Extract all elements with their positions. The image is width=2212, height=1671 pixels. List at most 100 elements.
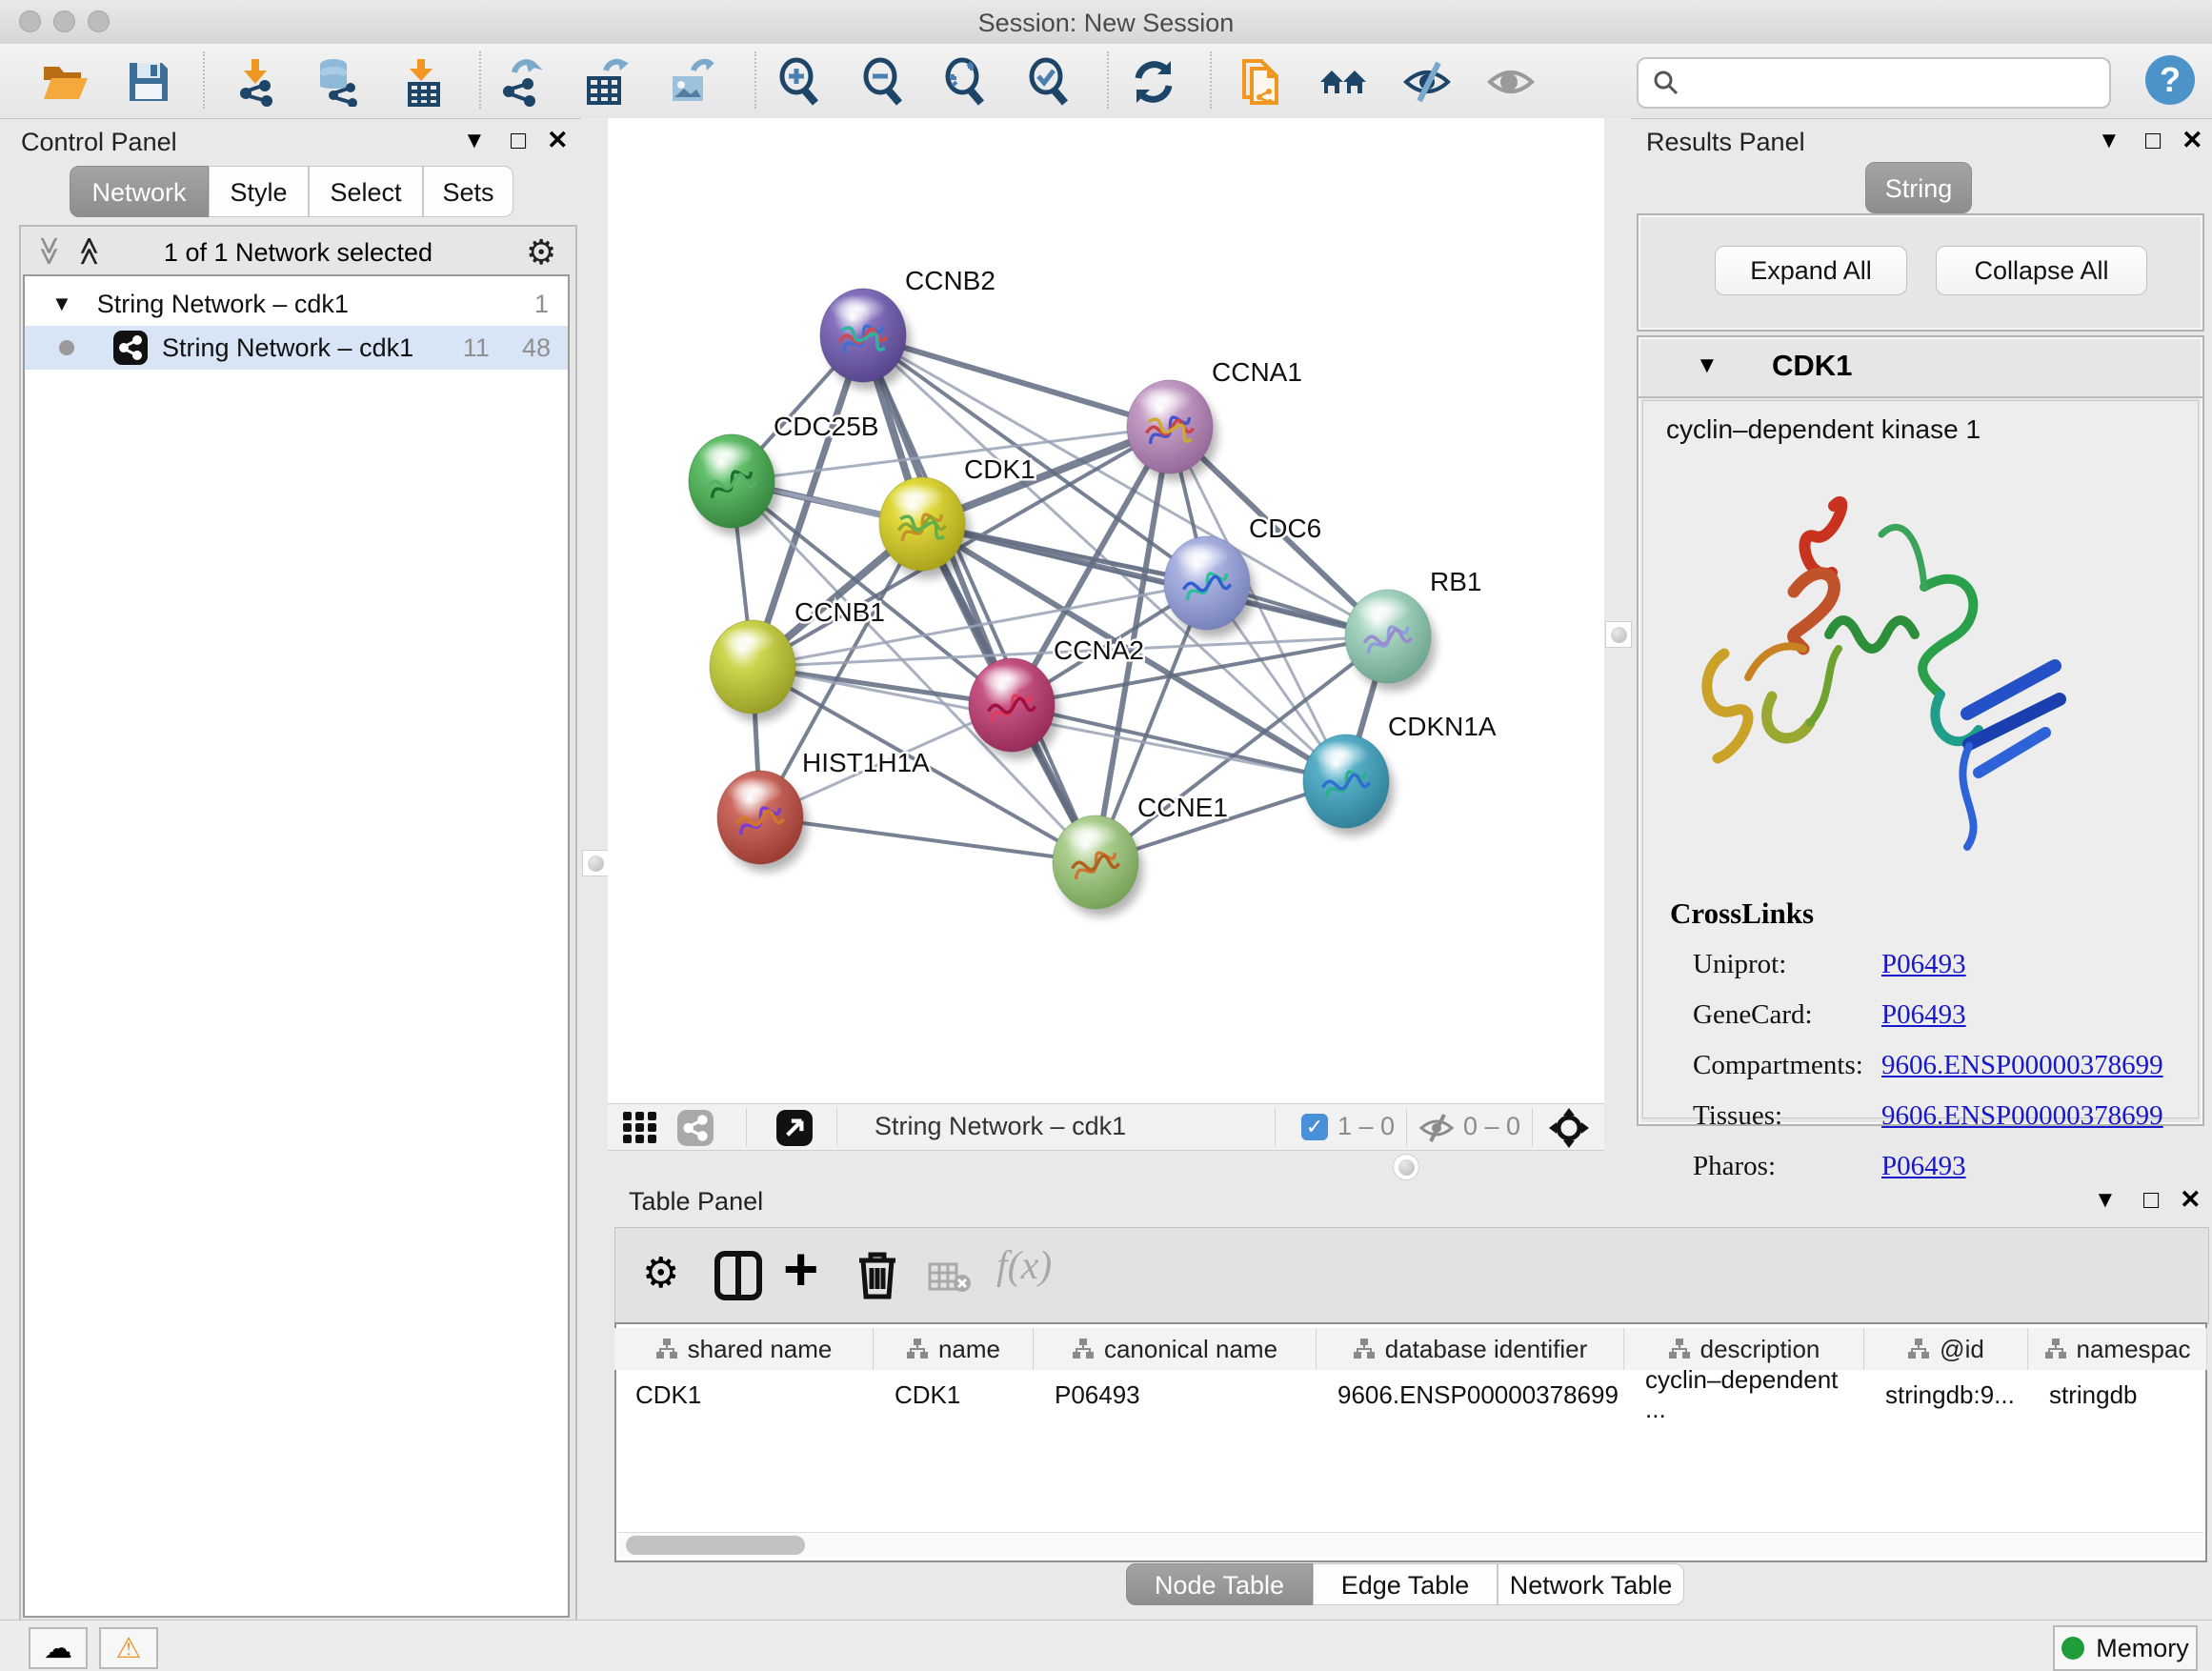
network-view-footer: String Network – cdk1 ✓ 1 – 0 0 – 0 (608, 1103, 1604, 1151)
cell-canonical name[interactable]: P06493 (1034, 1374, 1317, 1416)
search-input[interactable] (1637, 57, 2111, 109)
birds-eye-view-icon[interactable] (676, 1109, 714, 1147)
export-image-icon[interactable] (665, 57, 714, 107)
scrollbar-thumb[interactable] (626, 1536, 805, 1555)
tab-node-table[interactable]: Node Table (1126, 1563, 1313, 1605)
close-panel-icon[interactable]: ✕ (2180, 1185, 2202, 1215)
network-node-CCNA1[interactable]: CCNA1 (1127, 357, 1302, 481)
cell-namespac[interactable]: stringdb (2028, 1374, 2207, 1416)
gene-expander-icon[interactable]: ▼ (1696, 352, 1719, 379)
zoom-fit-content-icon[interactable] (939, 57, 989, 107)
network-manager-box: ≫ ≫ 1 of 1 Network selected ⚙ ▼ String N… (19, 225, 577, 1625)
float-panel-icon[interactable]: □ (2143, 1185, 2159, 1215)
collapse-panel-icon[interactable]: ▼ (2098, 128, 2121, 154)
show-columns-icon[interactable] (714, 1251, 762, 1300)
network-options-gear-icon[interactable]: ⚙ (526, 232, 556, 272)
help-button[interactable]: ? (2145, 55, 2195, 105)
cloud-status-button[interactable]: ☁ (29, 1627, 88, 1669)
float-panel-icon[interactable]: □ (511, 126, 526, 155)
show-all-eye-icon[interactable] (1486, 57, 1536, 107)
cell-database identifier[interactable]: 9606.ENSP00000378699 (1317, 1374, 1624, 1416)
tab-string[interactable]: String (1865, 162, 1972, 213)
status-bar: ☁ ⚠ Memory (0, 1620, 2212, 1671)
close-panel-icon[interactable]: ✕ (2182, 126, 2203, 155)
grid-view-icon[interactable] (623, 1112, 657, 1144)
export-table-icon[interactable] (581, 57, 631, 107)
cell-shared name[interactable]: CDK1 (614, 1374, 874, 1416)
network-node-RB1[interactable]: RB1 (1345, 567, 1481, 691)
network-node-HIST1H1A[interactable]: HIST1H1A (717, 748, 930, 872)
collapse-panel-icon[interactable]: ▼ (463, 128, 486, 154)
selected-checkbox-icon[interactable]: ✓ (1301, 1114, 1328, 1140)
cell-name[interactable]: CDK1 (874, 1374, 1034, 1416)
collection-expander-icon[interactable]: ▼ (51, 292, 72, 316)
export-network-icon[interactable] (497, 57, 547, 107)
collapse-all-button[interactable]: Collapse All (1936, 246, 2147, 295)
expand-all-button[interactable]: Expand All (1715, 246, 1907, 295)
delete-column-trash-icon[interactable] (855, 1249, 899, 1300)
left-splitter-handle[interactable] (582, 850, 609, 876)
right-splitter-handle[interactable] (1605, 621, 1632, 648)
warnings-button[interactable]: ⚠ (99, 1627, 158, 1669)
table-options-gear-icon[interactable]: ⚙ (642, 1249, 679, 1298)
cell-description[interactable]: cyclin–dependent ... (1624, 1374, 1864, 1416)
open-in-window-icon[interactable] (775, 1109, 814, 1147)
crosslink-pharos-link[interactable]: P06493 (1881, 1151, 1966, 1182)
zoom-selected-icon[interactable] (1023, 57, 1073, 107)
network-node-CDC6[interactable]: CDC6 (1164, 513, 1321, 637)
network-node-CDKN1A[interactable]: CDKN1A (1303, 712, 1497, 836)
tab-select[interactable]: Select (309, 166, 423, 217)
horizontal-splitter-handle[interactable] (1393, 1154, 1419, 1180)
column-header-namespac[interactable]: namespac (2028, 1328, 2207, 1370)
cell-@id[interactable]: stringdb:9... (1864, 1374, 2028, 1416)
network-node-CCNB1[interactable]: CCNB1 (710, 597, 885, 721)
refresh-icon[interactable] (1129, 57, 1178, 107)
column-header-name[interactable]: name (874, 1328, 1034, 1370)
table-horizontal-scrollbar[interactable] (618, 1532, 2203, 1558)
home-pages-icon[interactable] (1318, 57, 1368, 107)
network-node-CCNE1[interactable]: CCNE1 (1053, 793, 1228, 916)
close-panel-icon[interactable]: ✕ (547, 126, 569, 155)
crosslink-compartments-link[interactable]: 9606.ENSP00000378699 (1881, 1050, 2163, 1081)
pan-crosshair-icon[interactable] (1549, 1108, 1589, 1148)
float-panel-icon[interactable]: □ (2145, 126, 2161, 155)
import-table-icon[interactable] (398, 57, 448, 107)
footer-separator (836, 1108, 837, 1146)
network-canvas[interactable]: CCNB2CCNA1CDC25BCDK1CDC6RB1CCNB1CCNA2CDK… (608, 118, 1604, 1103)
create-column-plus-icon[interactable]: + (783, 1234, 818, 1304)
crosslink-genecard-link[interactable]: P06493 (1881, 999, 1966, 1031)
clipboard-icon[interactable] (1235, 57, 1284, 107)
network-nodes[interactable]: CCNB2CCNA1CDC25BCDK1CDC6RB1CCNB1CCNA2CDK… (689, 266, 1497, 916)
tab-edge-table[interactable]: Edge Table (1313, 1563, 1498, 1605)
column-header-shared name[interactable]: shared name (614, 1328, 874, 1370)
save-session-icon[interactable] (124, 57, 173, 107)
tab-network-table[interactable]: Network Table (1498, 1563, 1684, 1605)
network-collection-row[interactable]: ▼ String Network – cdk1 1 (25, 282, 568, 326)
table-toolbar: ⚙ + f(x) (614, 1227, 2209, 1324)
crosslink-uniprot-link[interactable]: P06493 (1881, 949, 1966, 980)
node-label-CCNA2: CCNA2 (1054, 635, 1144, 665)
import-network-icon[interactable] (232, 57, 282, 107)
tab-style[interactable]: Style (209, 166, 309, 217)
right-splitter[interactable] (1604, 118, 1631, 1181)
network-row-selected[interactable]: String Network – cdk1 11 48 (25, 326, 568, 370)
crosslink-tissues-link[interactable]: 9606.ENSP00000378699 (1881, 1100, 2163, 1132)
zoom-in-icon[interactable] (774, 57, 823, 107)
hide-selected-eye-slash-icon[interactable] (1402, 57, 1452, 107)
column-header-database identifier[interactable]: database identifier (1317, 1328, 1624, 1370)
gene-header-row[interactable]: ▼ CDK1 (1639, 337, 2202, 398)
zoom-out-icon[interactable] (857, 57, 907, 107)
tab-network[interactable]: Network (70, 166, 209, 217)
collapse-panel-icon[interactable]: ▼ (2094, 1187, 2117, 1214)
memory-button[interactable]: Memory (2053, 1625, 2198, 1671)
column-header-canonical name[interactable]: canonical name (1034, 1328, 1317, 1370)
horizontal-splitter[interactable] (608, 1151, 1604, 1181)
open-session-icon[interactable] (40, 57, 90, 107)
tab-sets[interactable]: Sets (423, 166, 513, 217)
column-header-description[interactable]: description (1624, 1328, 1864, 1370)
left-splitter[interactable] (581, 118, 608, 1620)
gene-content: cyclin–dependent kinase 1 (1642, 400, 2199, 1118)
import-database-icon[interactable] (312, 57, 362, 107)
network-node-CCNB2[interactable]: CCNB2 (820, 266, 995, 390)
column-header-@id[interactable]: @id (1864, 1328, 2028, 1370)
